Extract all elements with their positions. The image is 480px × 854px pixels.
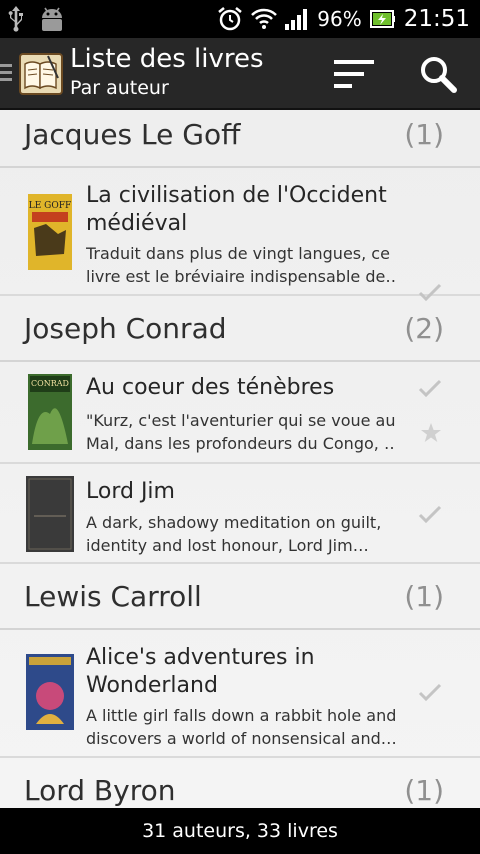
author-book-count: (2) [404, 312, 444, 345]
page-subtitle: Par auteur [70, 77, 169, 99]
book-title-line2: médiéval [86, 211, 188, 236]
author-header[interactable]: Jacques Le Goff (1) [0, 110, 480, 168]
read-check-icon[interactable] [418, 504, 442, 524]
author-header[interactable]: Lord Byron (1) [0, 758, 480, 808]
author-book-count: (1) [404, 118, 444, 151]
author-name: Jacques Le Goff [24, 118, 241, 151]
book-description: A dark, shadowy meditation on guilt, [86, 513, 382, 532]
author-header[interactable]: Joseph Conrad (2) [0, 296, 480, 362]
book-description: "Kurz, c'est l'aventurier qui se voue au [86, 411, 396, 430]
author-name: Joseph Conrad [24, 312, 227, 345]
clock: 21:51 [403, 6, 470, 32]
page-title: Liste des livres [70, 44, 264, 74]
book-description: A little girl falls down a rabbit hole a… [86, 706, 396, 725]
action-bar: Liste des livres Par auteur [0, 38, 480, 110]
book-item[interactable]: Alice's adventures in Wonderland A littl… [0, 630, 480, 758]
book-cover: CONRAD [28, 374, 72, 450]
author-name: Lewis Carroll [24, 580, 202, 613]
battery-percent: 96% [317, 7, 362, 31]
app-logo-icon[interactable] [18, 50, 64, 98]
book-title: La civilisation de l'Occident [86, 183, 387, 208]
author-name: Lord Byron [24, 774, 176, 807]
search-icon[interactable] [414, 52, 462, 96]
usb-icon [8, 6, 23, 32]
favorite-star-icon[interactable] [420, 422, 442, 444]
drawer-indicator-icon[interactable] [0, 64, 12, 85]
android-debug-icon [42, 7, 62, 31]
cover-author-text: LE GOFF [29, 201, 71, 211]
book-item[interactable]: CONRAD Au coeur des ténèbres "Kurz, c'es… [0, 362, 480, 464]
book-description-line2: identity and lost honour, Lord Jim… [86, 536, 369, 555]
book-item[interactable]: LE GOFF La civilisation de l'Occident mé… [0, 168, 480, 302]
book-cover [26, 476, 74, 552]
summary-bar: 31 auteurs, 33 livres [0, 808, 480, 854]
book-title: Alice's adventures in [86, 645, 315, 670]
signal-icon [285, 9, 308, 30]
author-book-count: (1) [404, 580, 444, 613]
book-title: Au coeur des ténèbres [86, 375, 335, 400]
read-check-icon[interactable] [418, 682, 442, 702]
author-header[interactable]: Lewis Carroll (1) [0, 564, 480, 630]
read-check-icon[interactable] [418, 378, 442, 398]
book-title-line2: Wonderland [86, 673, 218, 698]
author-book-count: (1) [404, 774, 444, 807]
alarm-icon [218, 7, 243, 31]
sort-icon[interactable] [330, 58, 378, 92]
book-title: Lord Jim [86, 479, 175, 504]
book-description-line2: discovers a world of nonsensical and… [86, 729, 396, 748]
book-description-line2: Mal, dans les profondeurs du Congo, … [86, 434, 396, 453]
book-list[interactable]: Jacques Le Goff (1) LE GOFF La civilisat… [0, 110, 480, 808]
book-description: Traduit dans plus de vingt langues, ce [86, 244, 390, 263]
cover-author-text: CONRAD [31, 379, 69, 388]
wifi-icon [251, 8, 278, 29]
status-bar: 96% 21:51 [0, 0, 480, 38]
book-description-line2: livre est le bréviaire indispensable de… [86, 267, 396, 286]
book-item[interactable]: Lord Jim A dark, shadowy meditation on g… [0, 464, 480, 564]
book-cover [26, 654, 74, 730]
battery-charging-icon [369, 10, 395, 28]
book-cover: LE GOFF [28, 194, 72, 270]
